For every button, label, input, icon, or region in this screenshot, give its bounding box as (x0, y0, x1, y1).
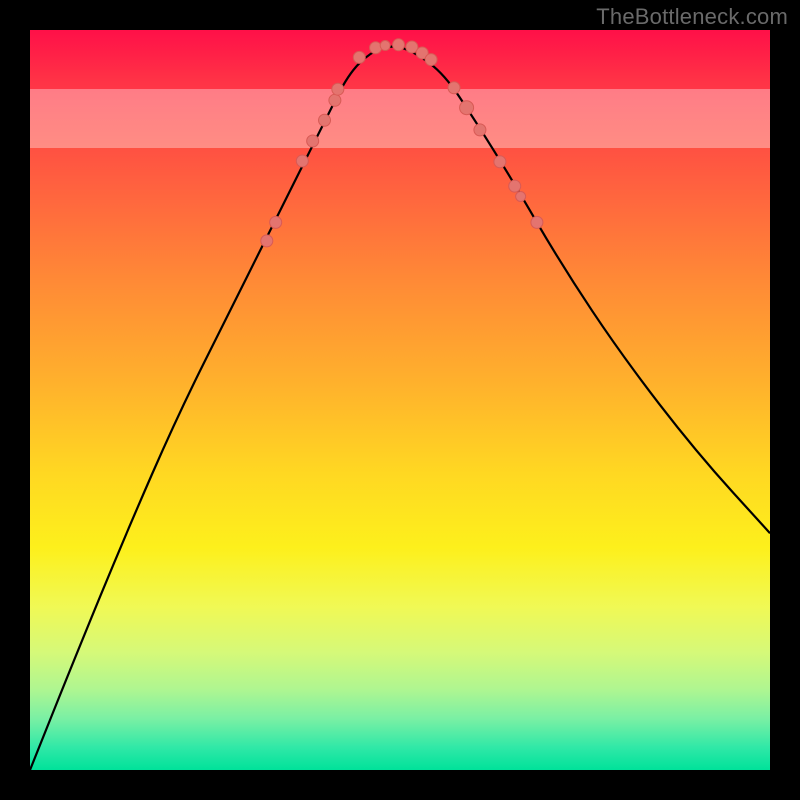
curve-line (30, 47, 770, 770)
bottleneck-curve (30, 30, 770, 770)
data-marker (329, 94, 341, 106)
data-marker (448, 82, 460, 94)
data-marker (296, 155, 308, 167)
data-marker (319, 114, 331, 126)
data-marker (516, 192, 526, 202)
data-markers (261, 39, 543, 247)
data-marker (353, 51, 365, 63)
data-marker (494, 156, 506, 168)
chart-container: TheBottleneck.com (0, 0, 800, 800)
data-marker (370, 42, 382, 54)
data-marker (270, 216, 282, 228)
data-marker (332, 83, 344, 95)
data-marker (474, 124, 486, 136)
data-marker (393, 39, 405, 51)
plot-area (30, 30, 770, 770)
data-marker (380, 41, 390, 51)
attribution-text: TheBottleneck.com (596, 4, 788, 30)
data-marker (307, 135, 319, 147)
data-marker (509, 180, 521, 192)
data-marker (531, 216, 543, 228)
data-marker (261, 235, 273, 247)
data-marker (460, 101, 474, 115)
data-marker (425, 54, 437, 66)
